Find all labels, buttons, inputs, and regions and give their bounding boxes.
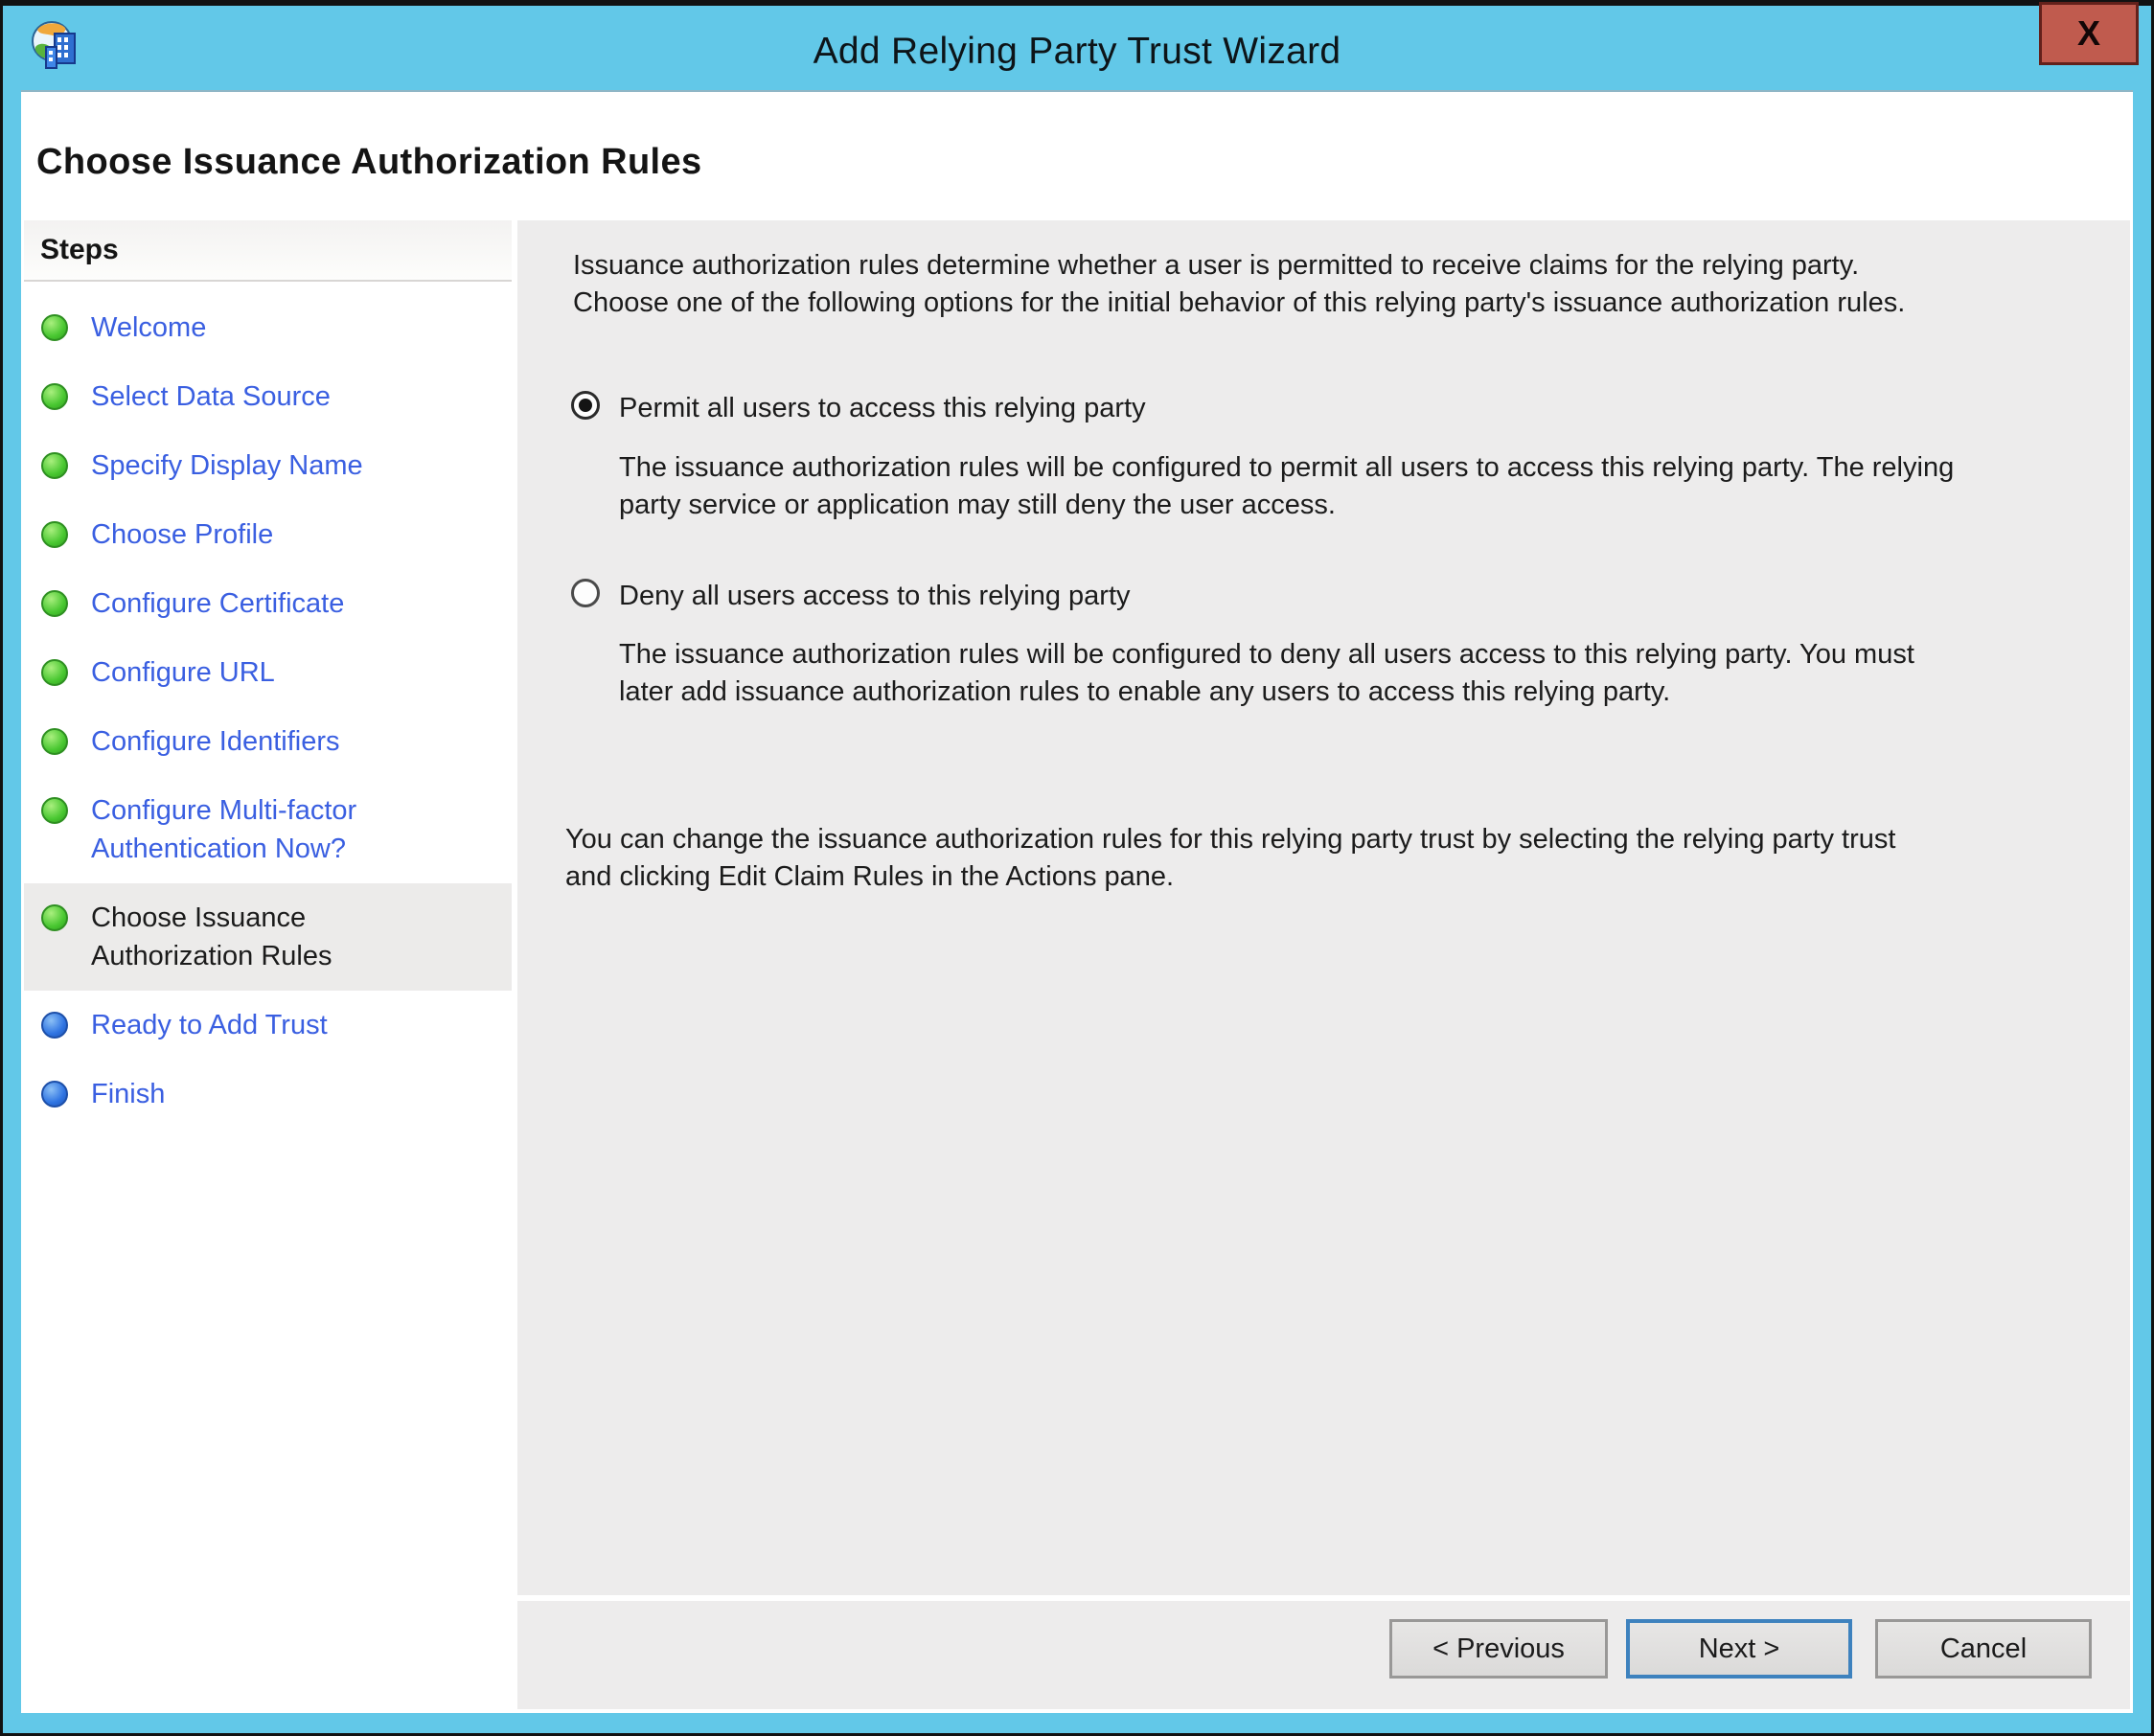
sidebar-item-ready-to-add-trust[interactable]: Ready to Add Trust [24,991,512,1060]
step-completed-icon [41,659,68,686]
step-completed-icon [41,797,68,824]
sidebar-item-configure-url[interactable]: Configure URL [24,638,512,707]
content-panel: Issuance authorization rules determine w… [517,220,2130,1595]
radio-unselected-icon[interactable] [571,579,600,607]
sidebar-item-select-data-source[interactable]: Select Data Source [24,362,512,431]
intro-text: Issuance authorization rules determine w… [573,250,1906,318]
radio-option-deny-all-users[interactable]: Deny all users access to this relying pa… [571,577,2092,615]
step-label: Configure Identifiers [91,726,340,757]
radio-selected-icon[interactable] [571,391,600,420]
sidebar-item-configure-certificate[interactable]: Configure Certificate [24,569,512,638]
page-title: Choose Issuance Authorization Rules [36,142,702,182]
footer-button-bar: < Previous Next > Cancel [517,1601,2130,1709]
step-completed-icon [41,452,68,479]
step-label: Configure Certificate [91,588,345,619]
sidebar-item-specify-display-name[interactable]: Specify Display Name [24,431,512,500]
sidebar-item-choose-issuance-authorization-rules[interactable]: Choose Issuance Authorization Rules [24,883,512,991]
steps-list: Welcome Select Data Source Specify Displ… [24,293,512,1129]
steps-sidebar: Steps Welcome Select Data Source Specify… [24,220,512,1709]
wizard-window: Add Relying Party Trust Wizard X Choose … [0,0,2154,1736]
title-bar: Add Relying Party Trust Wizard X [3,2,2151,84]
sidebar-item-configure-mfa[interactable]: Configure Multi-factor Authentication No… [24,776,512,883]
step-label: Configure Multi-factor Authentication No… [91,795,357,864]
permit-option-description: The issuance authorization rules will be… [619,452,1955,520]
note-text: You can change the issuance authorizatio… [565,824,1896,892]
step-label: Choose Profile [91,519,274,550]
window-title: Add Relying Party Trust Wizard [813,31,1341,72]
previous-button[interactable]: < Previous [1389,1619,1608,1679]
radio-option-label[interactable]: Deny all users access to this relying pa… [619,577,1131,615]
step-label: Choose Issuance Authorization Rules [91,902,332,971]
step-completed-icon [41,728,68,755]
step-completed-icon [41,383,68,410]
steps-header: Steps [24,220,512,282]
step-upcoming-icon [41,1012,68,1039]
step-label: Specify Display Name [91,450,363,481]
step-completed-icon [41,590,68,617]
sidebar-item-choose-profile[interactable]: Choose Profile [24,500,512,569]
close-button[interactable]: X [2039,2,2139,65]
sidebar-item-finish[interactable]: Finish [24,1060,512,1129]
step-completed-icon [41,521,68,548]
main-column: Issuance authorization rules determine w… [517,220,2130,1709]
step-label: Configure URL [91,657,275,688]
step-upcoming-icon [41,1081,68,1108]
step-label: Welcome [91,312,207,343]
next-button[interactable]: Next > [1626,1619,1852,1679]
deny-option-description: The issuance authorization rules will be… [619,639,1914,707]
step-label: Finish [91,1079,166,1109]
wizard-client-area: Choose Issuance Authorization Rules Step… [21,90,2133,1713]
radio-option-label[interactable]: Permit all users to access this relying … [619,389,1146,427]
close-icon: X [2076,13,2100,53]
sidebar-item-configure-identifiers[interactable]: Configure Identifiers [24,707,512,776]
cancel-button[interactable]: Cancel [1875,1619,2092,1679]
sidebar-item-welcome[interactable]: Welcome [24,293,512,362]
step-completed-icon [41,314,68,341]
step-label: Select Data Source [91,381,331,412]
step-completed-icon [41,904,68,931]
step-label: Ready to Add Trust [91,1010,328,1040]
radio-option-permit-all-users[interactable]: Permit all users to access this relying … [571,389,2092,427]
